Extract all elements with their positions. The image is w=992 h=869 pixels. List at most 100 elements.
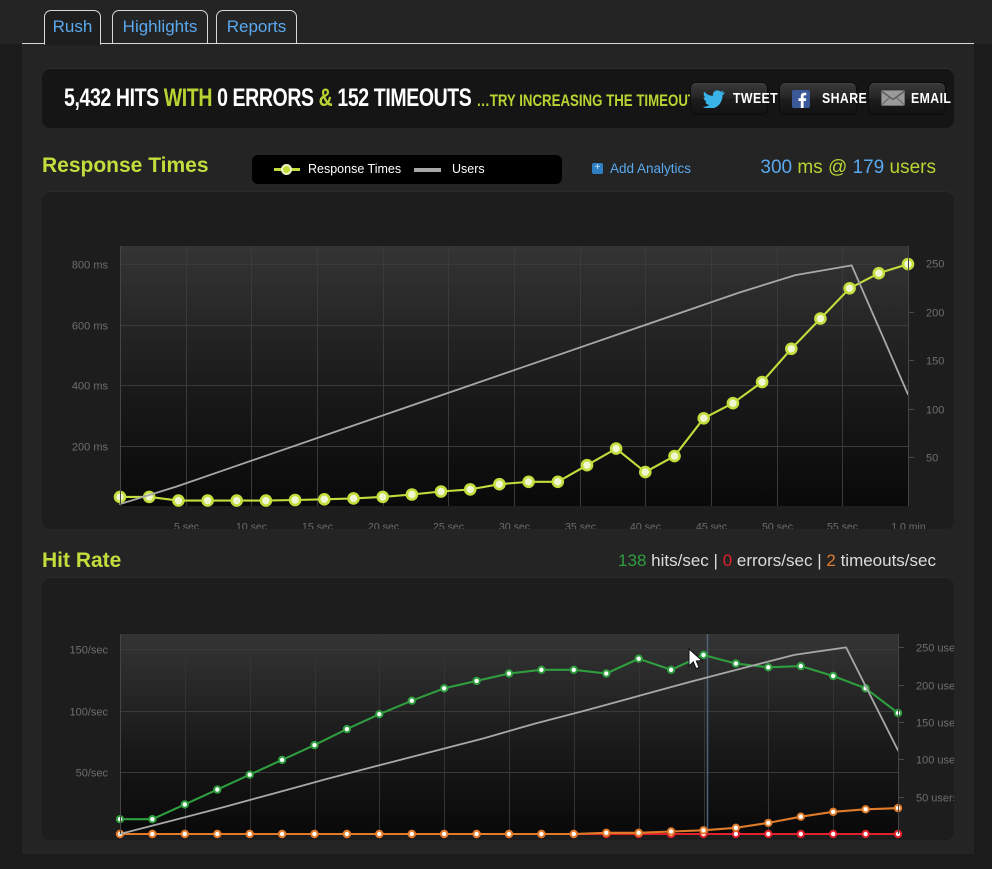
- y-axis-tick-label: 150/sec: [69, 645, 108, 657]
- facebook-f-icon: [792, 90, 814, 108]
- tab-rush[interactable]: Rush: [44, 10, 101, 45]
- series-marker: [288, 493, 302, 507]
- hit-rate-chart-card[interactable]: 150/sec 100/sec 50/sec 250 users 200 users 15…: [42, 577, 954, 840]
- series-marker: [375, 829, 384, 839]
- series-marker: [317, 492, 331, 506]
- tab-highlights-label: Highlights: [122, 17, 198, 36]
- series-marker: [731, 659, 741, 668]
- series-marker: [796, 812, 805, 821]
- series-marker: [697, 412, 711, 425]
- x-axis-tick-label: 40 sec: [630, 521, 661, 529]
- tab-rush-label: Rush: [52, 17, 93, 36]
- legend-label-users: Users: [452, 162, 485, 176]
- series-marker: [843, 282, 856, 295]
- series-marker: [376, 490, 390, 504]
- legend-label-response-times: Response Times: [308, 162, 402, 176]
- response-stat-unit: ms: [797, 157, 823, 178]
- series-marker: [638, 465, 652, 479]
- share-button[interactable]: SHARE: [779, 82, 867, 115]
- tweet-button[interactable]: TWEET: [690, 82, 778, 115]
- twitter-bird-icon: [702, 90, 725, 109]
- series-marker: [213, 829, 222, 839]
- series-marker: [434, 485, 448, 498]
- series-marker: [814, 312, 827, 325]
- banner-tip: …TRY INCREASING THE TIMEOUT?: [476, 91, 705, 110]
- email-button-label: EMAIL: [911, 90, 952, 107]
- series-marker: [726, 396, 740, 410]
- x-axis-tick-label: 20 sec: [368, 521, 399, 529]
- response-stat-users-unit: users: [889, 157, 936, 178]
- response-times-chart-card[interactable]: 800 ms 600 ms 400 ms 200 ms 250 200 150 100 50 5 …: [42, 191, 954, 529]
- tab-reports[interactable]: Reports: [216, 10, 297, 44]
- response-stat-at: @: [827, 157, 848, 178]
- series-marker: [666, 665, 676, 675]
- series-marker: [861, 805, 870, 814]
- share-button-label: SHARE: [822, 90, 868, 107]
- timeouts-count: 152 TIMEOUTS: [337, 84, 472, 112]
- series-marker: [172, 494, 185, 507]
- series-marker: [602, 828, 611, 838]
- plus-box-icon: +: [592, 163, 603, 174]
- tab-highlights[interactable]: Highlights: [112, 10, 208, 44]
- tweet-button-label: TWEET: [733, 90, 779, 107]
- email-button[interactable]: EMAIL: [868, 82, 951, 115]
- hits-count: 5,432 HITS: [64, 84, 159, 112]
- series-marker: [347, 492, 360, 505]
- tab-reports-label: Reports: [226, 17, 287, 36]
- series-marker: [764, 818, 773, 828]
- y2-axis-tick-label: 250 users: [916, 643, 954, 655]
- series-marker: [602, 669, 611, 678]
- y2-axis-tick-label: 200 users: [916, 681, 954, 693]
- series-marker: [755, 375, 769, 389]
- y-axis-tick-label: 50/sec: [76, 768, 109, 780]
- series-marker: [472, 676, 481, 686]
- hit-rate-chart[interactable]: 150/sec 100/sec 50/sec 250 users 200 users 15…: [42, 577, 954, 840]
- series-marker: [569, 665, 578, 675]
- series-marker: [699, 650, 708, 660]
- series-marker: [764, 663, 773, 672]
- y2-axis-tick-label: 200: [926, 308, 944, 320]
- y-axis-tick-label: 200 ms: [72, 442, 109, 454]
- response-times-chart[interactable]: 800 ms 600 ms 400 ms 200 ms 250 200 150 100 50 5 …: [42, 191, 954, 529]
- series-marker: [580, 458, 594, 472]
- errors-count: 0 ERRORS: [217, 84, 314, 112]
- series-marker: [277, 755, 287, 765]
- with-word: WITH: [163, 84, 213, 112]
- hitrate-timeouts-unit: timeouts/sec: [840, 551, 936, 570]
- summary-banner: 5,432 HITS WITH 0 ERRORS & 152 TIMEOUTS …: [42, 68, 954, 128]
- y2-axis-tick-label: 150 users: [916, 718, 954, 730]
- y-axis-tick-label: 100/sec: [69, 707, 108, 719]
- series-marker: [407, 829, 416, 839]
- legend-swatch-users: [414, 168, 441, 172]
- series-marker: [407, 696, 416, 705]
- hitrate-sep-2: |: [817, 551, 822, 570]
- series-marker: [796, 661, 805, 671]
- series-marker: [230, 494, 243, 507]
- series-marker: [310, 740, 319, 750]
- x-axis-tick-label: 45 sec: [696, 521, 727, 529]
- response-stat-value: 300: [760, 157, 793, 178]
- series-marker: [245, 770, 254, 779]
- series-marker: [634, 654, 643, 663]
- series-marker: [259, 494, 273, 507]
- x-axis-tick-label: 5 sec: [174, 521, 199, 529]
- hit-rate-title: Hit Rate: [42, 549, 122, 572]
- series-marker: [668, 449, 681, 463]
- x-axis-tick-label: 55 sec: [827, 521, 858, 529]
- response-times-legend: Response Times Users: [252, 155, 562, 184]
- series-marker: [493, 477, 506, 491]
- series-marker: [148, 815, 157, 824]
- hitrate-errors-unit: errors/sec: [736, 551, 813, 570]
- summary-banner-text: 5,432 HITS WITH 0 ERRORS & 152 TIMEOUTS …: [64, 68, 704, 128]
- series-marker: [310, 829, 319, 839]
- response-times-title: Response Times: [42, 154, 209, 177]
- series-marker: [666, 827, 676, 836]
- series-marker: [872, 266, 886, 280]
- hitrate-errors-value: 0: [722, 551, 733, 570]
- x-axis-tick-label: 30 sec: [499, 521, 530, 529]
- series-marker: [440, 684, 449, 693]
- series-marker: [504, 669, 514, 678]
- series-marker: [201, 494, 214, 507]
- series-marker: [796, 829, 805, 839]
- x-axis-tick-label: 15 sec: [302, 521, 333, 529]
